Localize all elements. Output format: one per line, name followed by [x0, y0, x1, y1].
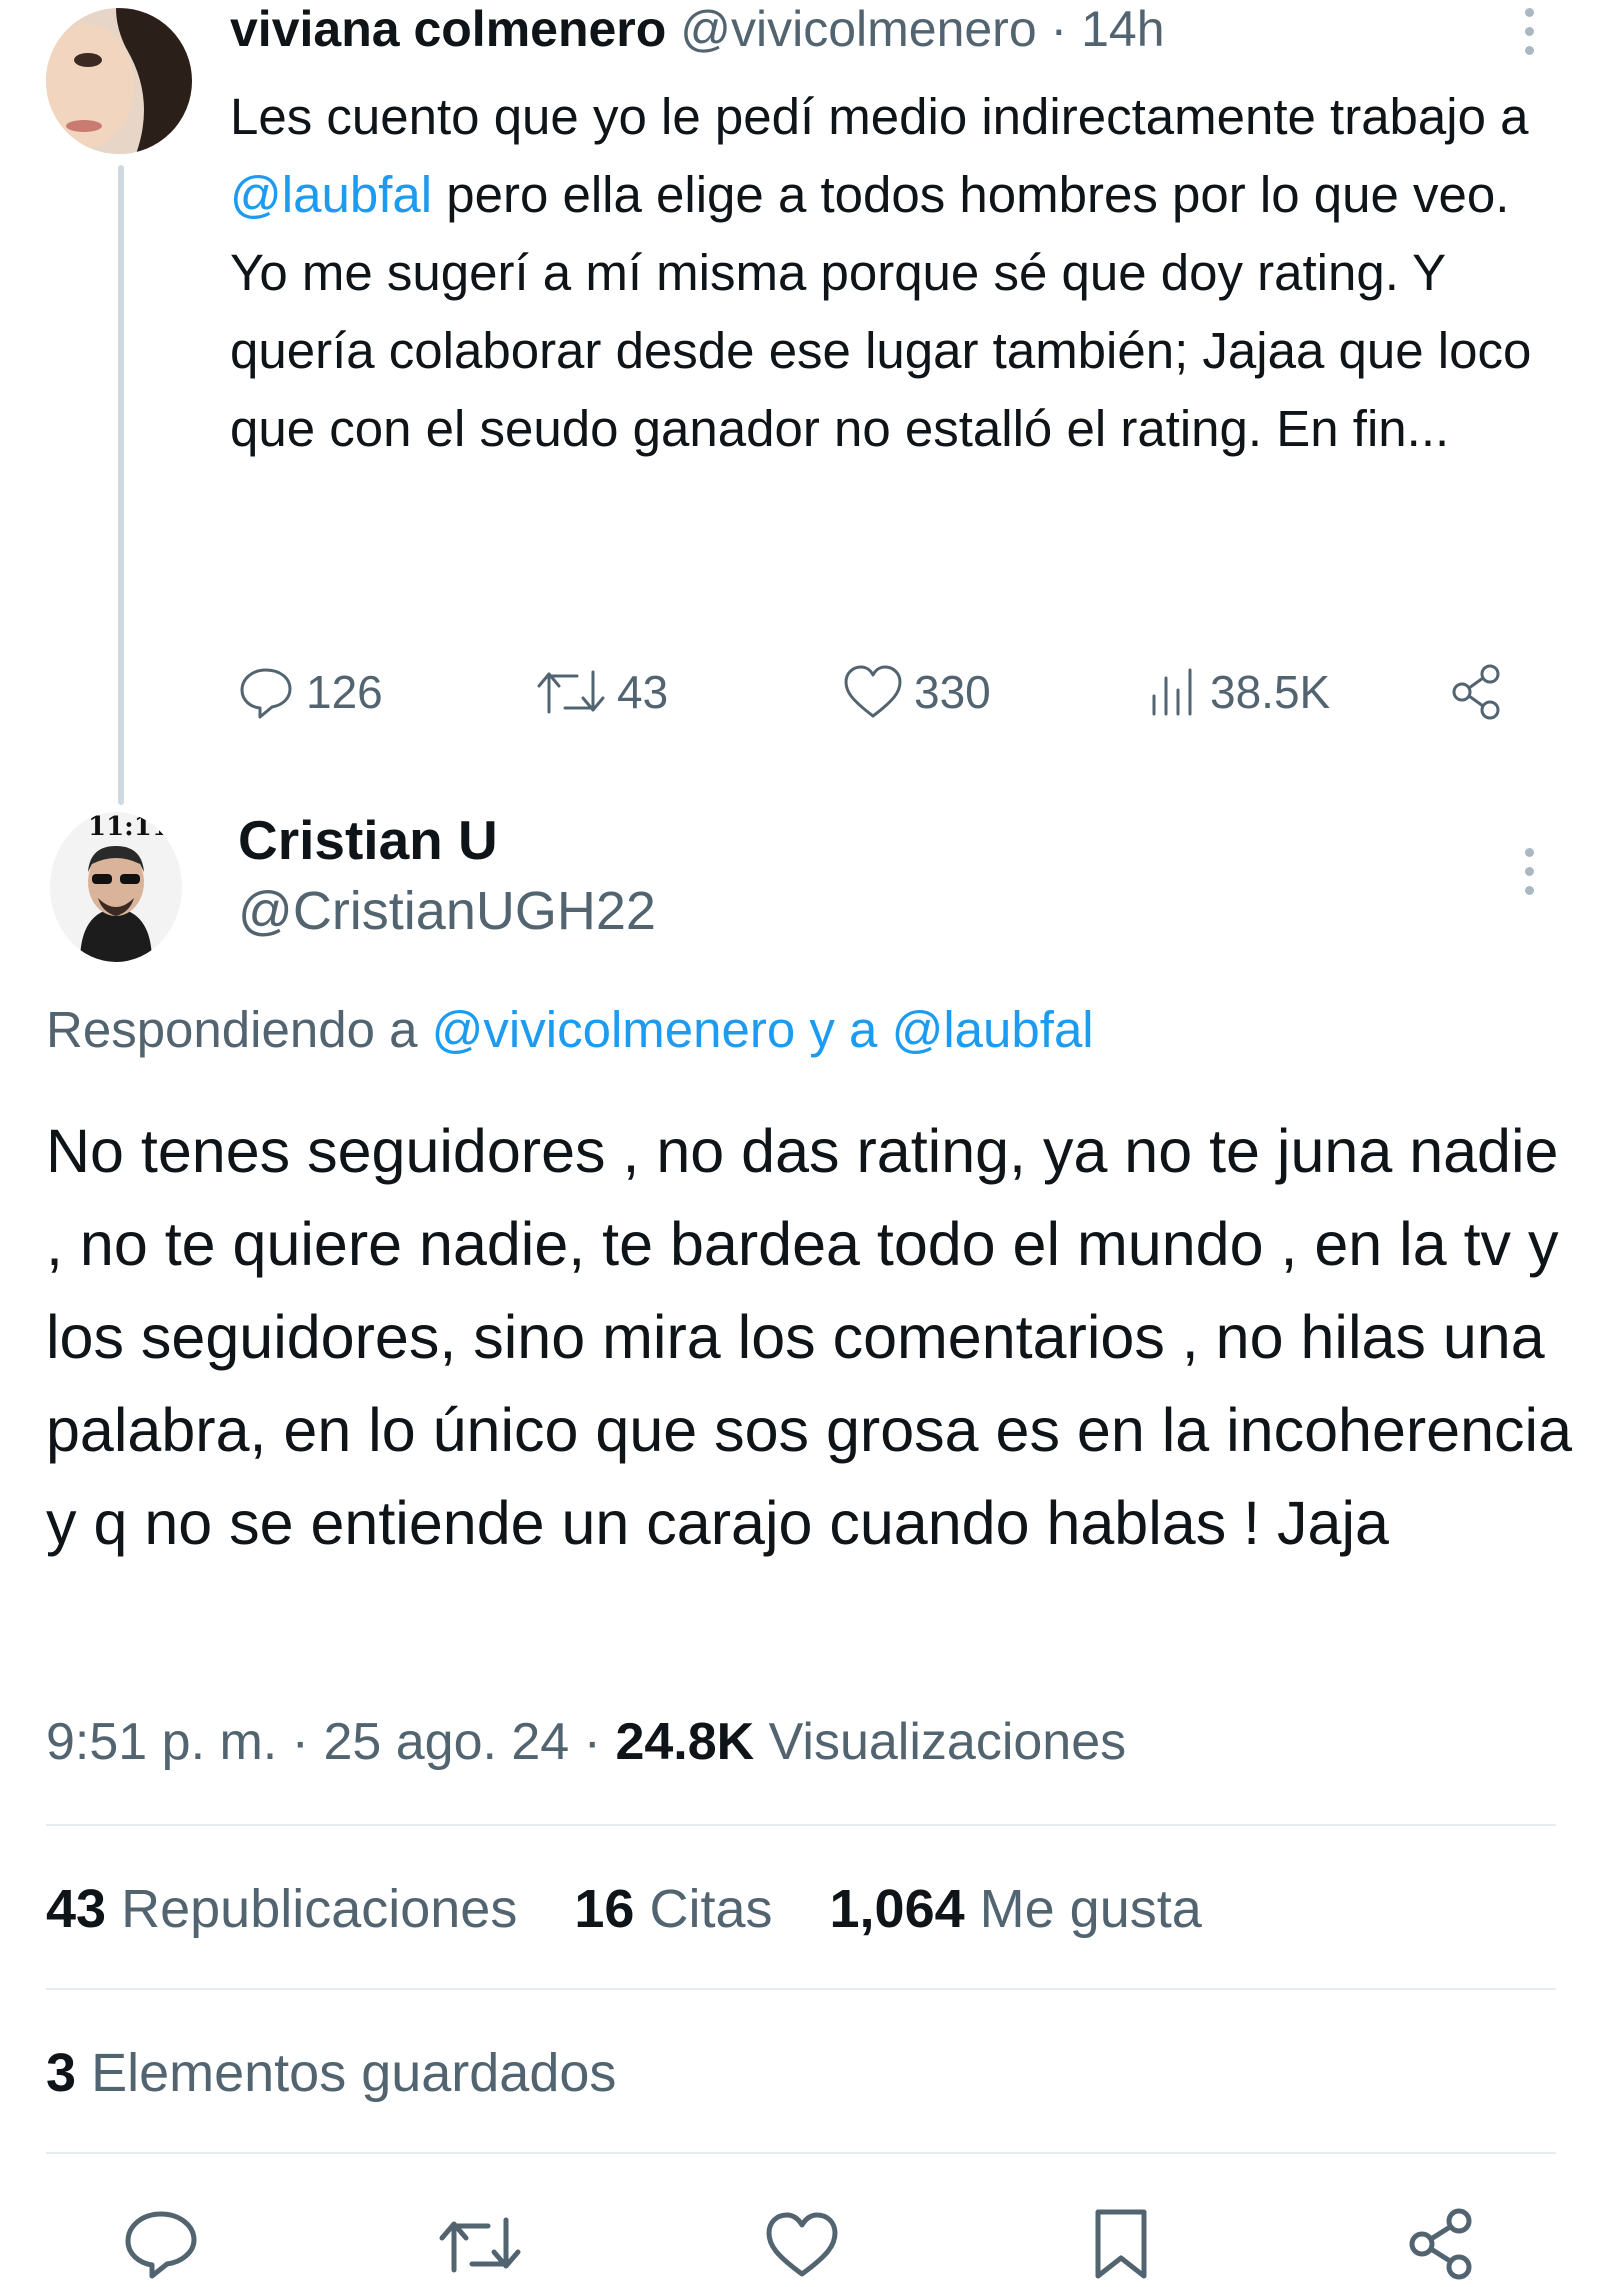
like-icon	[844, 665, 902, 718]
quotes-count-link[interactable]: 16 Citas	[574, 1879, 772, 1939]
views-label: Visualizaciones	[754, 1713, 1127, 1771]
tweet-time-date[interactable]: 9:51 p. m. · 25 ago. 24 ·	[46, 1713, 615, 1771]
parent-tweet-text: Les cuento que yo le pedí medio indirect…	[230, 88, 1532, 457]
main-avatar[interactable]: 11:11	[50, 812, 182, 962]
repost-icon	[537, 670, 605, 714]
replying-mention-1[interactable]: @vivicolmenero	[432, 1001, 796, 1058]
engagement-counts: 43 Republicaciones 16 Citas 1,064 Me gus…	[46, 1878, 1202, 1940]
tweet-timestamp-row: 9:51 p. m. · 25 ago. 24 · 24.8K Visualiz…	[46, 1712, 1126, 1772]
parent-author-name[interactable]: viviana colmenero	[230, 1, 666, 57]
like-button[interactable]	[764, 2210, 840, 2285]
reposts-count-link[interactable]: 43 Republicaciones	[46, 1879, 517, 1939]
divider-1	[46, 1824, 1556, 1826]
replying-to: Respondiendo a @vivicolmenero y a @laubf…	[46, 1001, 1094, 1058]
parent-header: viviana colmenero @vivicolmenero · 14h	[230, 0, 1165, 58]
likes-count-link[interactable]: 1,064 Me gusta	[830, 1879, 1202, 1939]
parent-mention-link[interactable]: @laubfal	[230, 166, 432, 223]
reply-button[interactable]	[122, 2208, 200, 2285]
parent-reply-stat[interactable]: 126	[236, 662, 383, 722]
parent-views-stat[interactable]: 38.5K	[1148, 662, 1330, 722]
share-button[interactable]	[1404, 2206, 1480, 2287]
divider-3	[46, 2152, 1556, 2154]
views-icon	[1152, 668, 1192, 716]
bookmark-button[interactable]	[1090, 2206, 1152, 2287]
parent-share-stat[interactable]	[1448, 662, 1506, 722]
avatar-overlay-text: 11:11	[88, 812, 170, 842]
parent-more-icon[interactable]	[1523, 8, 1535, 65]
bookmark-icon	[1095, 2209, 1147, 2279]
bookmarks-count-link[interactable]: 3 Elementos guardados	[46, 2042, 616, 2104]
main-more-icon[interactable]	[1523, 848, 1535, 905]
reply-icon	[125, 2211, 197, 2279]
thread-line	[118, 165, 124, 805]
share-icon	[1409, 2208, 1472, 2280]
main-author-name[interactable]: Cristian U	[238, 808, 498, 872]
parent-handle-time[interactable]: @vivicolmenero · 14h	[680, 1, 1164, 57]
like-icon	[766, 2212, 838, 2277]
repost-icon	[439, 2217, 521, 2273]
views-count: 24.8K	[615, 1713, 755, 1771]
parent-avatar[interactable]	[46, 8, 192, 154]
divider-2	[46, 1988, 1556, 1990]
replying-mention-2[interactable]: @laubfal	[892, 1001, 1094, 1058]
share-icon	[1452, 664, 1500, 720]
parent-repost-stat[interactable]: 43	[535, 662, 668, 722]
reply-icon	[240, 668, 292, 719]
parent-avatar-image	[46, 8, 192, 154]
parent-like-stat[interactable]: 330	[842, 662, 991, 722]
main-handle[interactable]: @CristianUGH22	[238, 880, 656, 942]
main-tweet-text: No tenes seguidores , no das rating, ya …	[46, 1117, 1573, 1557]
repost-button[interactable]	[436, 2210, 524, 2285]
